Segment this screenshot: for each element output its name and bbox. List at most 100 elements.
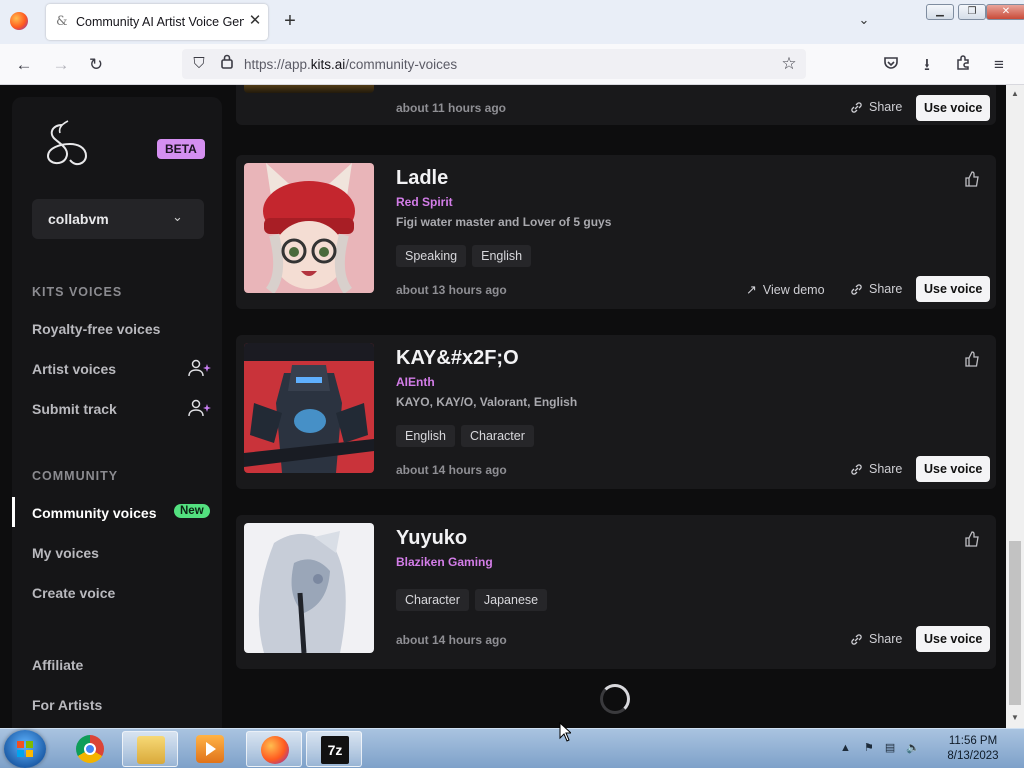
- folder-icon: [137, 736, 165, 764]
- show-hidden-icons-icon[interactable]: ▲: [840, 742, 851, 754]
- forward-arrow-icon[interactable]: →: [50, 55, 72, 75]
- mouse-cursor-icon: [559, 722, 571, 742]
- voice-author[interactable]: AIEnth: [396, 375, 435, 389]
- user-plus-icon: [188, 399, 211, 417]
- taskbar-firefox[interactable]: [246, 731, 302, 767]
- close-tab-icon[interactable]: ✕: [246, 12, 264, 30]
- close-window-icon[interactable]: ✕: [986, 4, 1024, 20]
- scrollbar[interactable]: ▲ ▼: [1006, 85, 1024, 728]
- taskbar-chrome[interactable]: [62, 731, 118, 767]
- voice-thumbnail[interactable]: [244, 163, 374, 293]
- voice-description: KAYO, KAY/O, Valorant, English: [396, 395, 578, 409]
- tag: Japanese: [474, 589, 548, 611]
- account-selector[interactable]: collabvm ⌄: [32, 199, 204, 239]
- link-icon: [851, 283, 862, 295]
- voice-thumbnail[interactable]: [244, 85, 374, 93]
- link-icon: [851, 633, 862, 645]
- taskbar-explorer[interactable]: [122, 731, 178, 767]
- 7zip-icon: 7z: [321, 736, 349, 764]
- sidebar: BETA collabvm ⌄ KITS VOICES Royalty-free…: [12, 97, 222, 728]
- link-icon: [851, 463, 862, 475]
- scroll-thumb[interactable]: [1009, 541, 1021, 705]
- kits-logo-icon[interactable]: [32, 119, 90, 173]
- firefox-icon[interactable]: [10, 12, 28, 30]
- kits-voices-heading: KITS VOICES: [32, 285, 123, 299]
- new-tab-icon[interactable]: +: [280, 11, 300, 31]
- navigation-bar: ← → ↻ ⛉ https://app.kits.ai/community-vo…: [0, 44, 1024, 85]
- download-icon[interactable]: ⭳: [916, 55, 938, 75]
- bookmark-star-icon[interactable]: ☆: [778, 54, 800, 74]
- maximize-icon[interactable]: ❐: [958, 4, 986, 20]
- active-indicator: [12, 497, 15, 527]
- community-heading: COMMUNITY: [32, 469, 119, 483]
- network-icon[interactable]: ▤: [885, 742, 895, 754]
- arrow-up-right-icon: ↗: [746, 282, 757, 297]
- tab-community-voices[interactable]: & Community AI Artist Voice Gen ✕: [46, 4, 268, 40]
- scroll-up-icon[interactable]: ▲: [1009, 89, 1021, 101]
- view-demo-button[interactable]: ↗ View demo: [746, 282, 825, 298]
- scroll-down-icon[interactable]: ▼: [1009, 713, 1021, 725]
- tag: English: [396, 425, 455, 447]
- share-button[interactable]: Share: [850, 282, 902, 296]
- voice-name[interactable]: Yuyuko: [396, 527, 467, 550]
- voice-name[interactable]: Ladle: [396, 167, 448, 190]
- voice-author[interactable]: Blaziken Gaming: [396, 555, 493, 569]
- pocket-icon[interactable]: [880, 55, 902, 75]
- chevron-down-icon[interactable]: ⌄: [854, 12, 874, 32]
- sidebar-item-create-voice[interactable]: Create voice: [32, 585, 115, 601]
- tag: Character: [461, 425, 534, 447]
- tag-list: Character Japanese: [396, 589, 548, 611]
- menu-icon[interactable]: ≡: [988, 55, 1010, 75]
- sidebar-item-community-voices[interactable]: Community voices: [32, 505, 156, 521]
- reload-icon[interactable]: ↻: [85, 55, 107, 75]
- share-button[interactable]: Share: [850, 462, 902, 476]
- voice-name[interactable]: KAY&#x2F;O: [396, 347, 519, 370]
- voice-thumbnail[interactable]: [244, 523, 374, 653]
- taskbar-7zip[interactable]: 7z: [306, 731, 362, 767]
- thumbs-up-icon[interactable]: [964, 351, 980, 367]
- extensions-icon[interactable]: [952, 55, 974, 75]
- volume-icon[interactable]: 🔈: [906, 742, 920, 754]
- voice-thumbnail[interactable]: [244, 343, 374, 473]
- sidebar-item-my-voices[interactable]: My voices: [32, 545, 99, 561]
- share-button[interactable]: Share: [850, 632, 902, 646]
- use-voice-button[interactable]: Use voice: [916, 626, 991, 652]
- windows-logo-icon: [17, 741, 33, 757]
- use-voice-button[interactable]: Use voice: [916, 95, 991, 121]
- action-center-icon[interactable]: ⚑: [864, 742, 874, 754]
- thumbs-up-icon[interactable]: [964, 531, 980, 547]
- lock-icon[interactable]: [216, 54, 238, 74]
- voice-author[interactable]: Red Spirit: [396, 195, 453, 209]
- browser-window: & Community AI Artist Voice Gen ✕ + ⌄ ▁ …: [0, 0, 1024, 728]
- sidebar-item-royalty-free-voices[interactable]: Royalty-free voices: [32, 321, 160, 337]
- sidebar-item-for-artists[interactable]: For Artists: [32, 697, 102, 713]
- firefox-icon: [261, 736, 289, 764]
- use-voice-button[interactable]: Use voice: [916, 276, 991, 302]
- tag: Character: [396, 589, 469, 611]
- back-arrow-icon[interactable]: ←: [13, 55, 35, 75]
- voice-card: about 11 hours ago Share Use voice: [236, 85, 996, 125]
- use-voice-button[interactable]: Use voice: [916, 456, 991, 482]
- shield-icon[interactable]: ⛉: [188, 54, 210, 74]
- chrome-icon: [76, 735, 104, 763]
- start-button[interactable]: [4, 730, 46, 768]
- media-player-icon: [196, 735, 224, 763]
- sidebar-item-artist-voices[interactable]: Artist voices: [32, 361, 116, 377]
- avatar-illustration: [244, 343, 374, 473]
- clock[interactable]: 11:56 PM 8/13/2023: [938, 734, 1008, 764]
- sidebar-item-submit-track[interactable]: Submit track: [32, 401, 117, 417]
- tab-bar: & Community AI Artist Voice Gen ✕ + ⌄ ▁ …: [0, 0, 1024, 44]
- clock-date: 8/13/2023: [947, 750, 999, 762]
- sidebar-item-affiliate[interactable]: Affiliate: [32, 657, 83, 673]
- voice-card: Yuyuko Blaziken Gaming Character Japanes…: [236, 515, 996, 669]
- thumbs-up-icon[interactable]: [964, 171, 980, 187]
- avatar-illustration: [258, 531, 346, 653]
- tag: Speaking: [396, 245, 467, 267]
- link-icon: [851, 101, 862, 113]
- url-text: https://app.kits.ai/community-voices: [244, 57, 458, 72]
- voice-time: about 13 hours ago: [396, 283, 507, 297]
- taskbar-media-player[interactable]: [182, 731, 238, 767]
- share-button[interactable]: Share: [850, 100, 902, 114]
- minimize-icon[interactable]: ▁: [926, 4, 954, 20]
- url-bar[interactable]: ⛉ https://app.kits.ai/community-voices ☆: [182, 49, 806, 79]
